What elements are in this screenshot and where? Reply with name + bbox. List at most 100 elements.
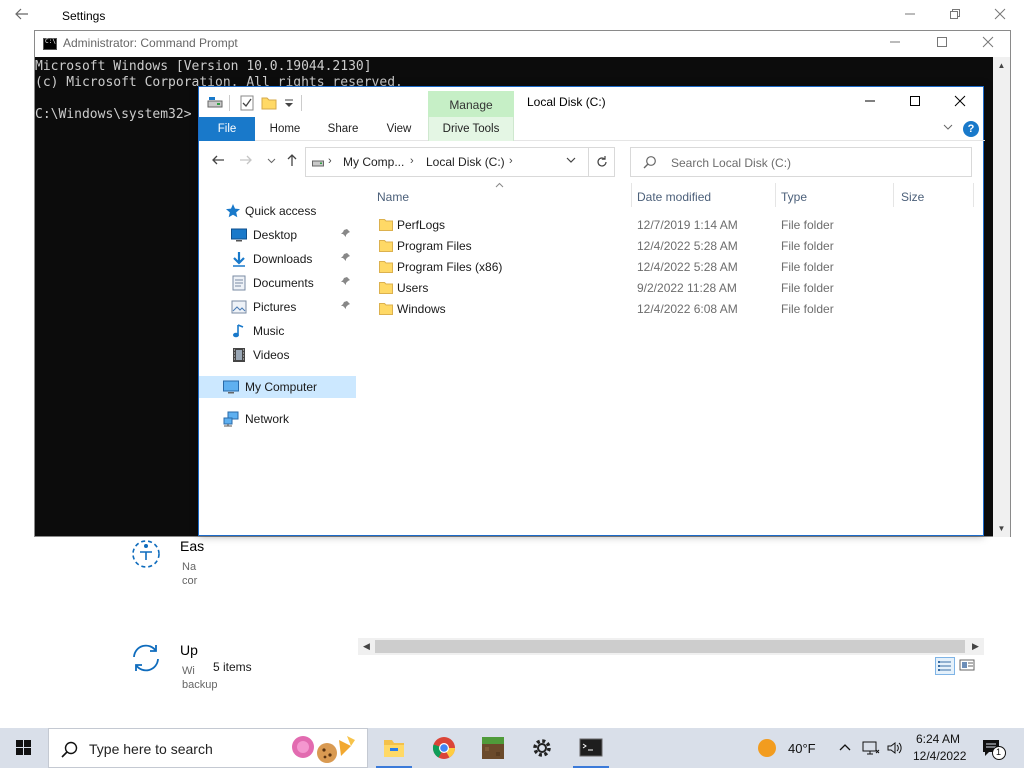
search-input[interactable]: Search Local Disk (C:) [630, 147, 972, 177]
sidebar-item-desktop[interactable]: Desktop [199, 224, 356, 246]
breadcrumb-separator-icon[interactable]: › [509, 155, 513, 167]
settings-item-ease[interactable]: Eas Na cor [128, 536, 218, 596]
cmd-maximize-button[interactable] [932, 34, 952, 54]
details-view-icon[interactable] [935, 657, 955, 675]
explorer-close-button[interactable] [945, 91, 975, 113]
settings-item-desc: cor [182, 575, 198, 587]
file-name: Windows [397, 302, 446, 316]
recent-locations-chevron-icon[interactable] [262, 153, 280, 171]
breadcrumb-local-disk[interactable]: Local Disk (C:) [426, 155, 505, 169]
column-type[interactable]: Type [781, 190, 807, 204]
column-divider[interactable] [631, 183, 632, 207]
explorer-minimize-button[interactable] [855, 91, 885, 113]
address-dropdown-chevron-icon[interactable] [566, 155, 576, 168]
network-status-icon[interactable] [862, 739, 880, 757]
sidebar-item-videos[interactable]: Videos [199, 344, 356, 366]
tab-drive-tools[interactable]: Drive Tools [428, 117, 514, 141]
file-row[interactable]: Users 9/2/2022 11:28 AM File folder [371, 278, 971, 299]
settings-item-desc: backup [182, 679, 218, 691]
taskbar-settings[interactable] [518, 728, 566, 768]
cmd-close-button[interactable] [978, 34, 998, 54]
sidebar-item-documents[interactable]: Documents [199, 272, 356, 294]
pin-icon [341, 300, 351, 313]
cmd-titlebar[interactable]: Administrator: Command Prompt [35, 31, 1010, 57]
sidebar-item-label: Desktop [253, 228, 298, 242]
taskbar-command-prompt[interactable] [567, 728, 615, 768]
explorer-horizontal-scrollbar[interactable]: ◀ ▶ [358, 638, 984, 655]
refresh-icon[interactable] [589, 147, 615, 177]
settings-restore-button[interactable] [945, 6, 965, 26]
sidebar-item-downloads[interactable]: Downloads [199, 248, 356, 270]
tab-home[interactable]: Home [259, 117, 311, 141]
sidebar-item-music[interactable]: Music [199, 320, 356, 342]
column-divider[interactable] [893, 183, 894, 207]
column-size[interactable]: Size [901, 190, 924, 204]
file-row[interactable]: Windows 12/4/2022 6:08 AM File folder [371, 299, 971, 320]
taskbar-file-explorer[interactable] [370, 728, 418, 768]
breadcrumb-separator-icon[interactable]: › [328, 155, 332, 167]
clock-time[interactable]: 6:24 AM [916, 732, 960, 746]
back-arrow-icon[interactable] [14, 6, 34, 26]
large-icons-view-icon[interactable] [958, 657, 978, 675]
cmd-vertical-scrollbar[interactable]: ▲ ▼ [993, 57, 1010, 537]
column-divider[interactable] [973, 183, 974, 207]
scroll-left-arrow-icon[interactable]: ◀ [358, 638, 375, 655]
file-row[interactable]: PerfLogs 12/7/2019 1:14 AM File folder [371, 215, 971, 236]
file-explorer-window[interactable]: Manage Local Disk (C:) File Home Share V… [198, 86, 985, 536]
weather-temperature[interactable]: 40°F [788, 741, 816, 756]
taskbar-search-box[interactable]: Type here to search [48, 728, 368, 768]
weather-sun-icon[interactable] [756, 737, 778, 759]
cmd-minimize-button[interactable] [885, 34, 905, 54]
explorer-maximize-button[interactable] [900, 91, 930, 113]
settings-item-update[interactable]: Up Wi backup [128, 640, 218, 700]
column-date-modified[interactable]: Date modified [637, 190, 711, 204]
folder-icon [379, 218, 393, 231]
column-name[interactable]: Name [377, 190, 409, 204]
back-arrow-icon[interactable] [209, 153, 227, 171]
file-row[interactable]: Program Files (x86) 12/4/2022 5:28 AM Fi… [371, 257, 971, 278]
scrollbar-thumb[interactable] [375, 640, 965, 653]
start-button[interactable] [0, 728, 48, 768]
navigation-pane: Quick access Desktop Downloads Documents [199, 183, 359, 523]
new-folder-icon[interactable] [261, 95, 277, 111]
sidebar-item-quick-access[interactable]: Quick access [199, 200, 356, 222]
sidebar-item-label: Quick access [245, 204, 317, 218]
scroll-right-arrow-icon[interactable]: ▶ [967, 638, 984, 655]
settings-close-button[interactable] [990, 6, 1010, 26]
tab-share[interactable]: Share [317, 117, 369, 141]
notification-center-icon[interactable]: 1 [980, 738, 1010, 760]
ribbon-expand-chevron-icon[interactable] [943, 122, 953, 135]
tab-view[interactable]: View [375, 117, 423, 141]
scroll-down-arrow-icon[interactable]: ▼ [993, 520, 1010, 537]
breadcrumb-my-computer[interactable]: My Comp... [343, 155, 404, 169]
tab-file[interactable]: File [199, 117, 255, 141]
breadcrumb-separator-icon[interactable]: › [410, 155, 414, 167]
qat-dropdown-icon[interactable] [283, 95, 299, 111]
file-row[interactable]: Program Files 12/4/2022 5:28 AM File fol… [371, 236, 971, 257]
qat-divider [301, 95, 302, 111]
taskbar-chrome[interactable] [420, 728, 468, 768]
scroll-up-arrow-icon[interactable]: ▲ [993, 57, 1010, 74]
settings-minimize-button[interactable] [900, 6, 920, 26]
forward-arrow-icon[interactable] [237, 153, 255, 171]
sidebar-item-network[interactable]: Network [199, 408, 356, 430]
column-divider[interactable] [775, 183, 776, 207]
settings-item-title: Up [180, 642, 198, 658]
help-icon[interactable]: ? [963, 121, 979, 137]
up-arrow-icon[interactable] [283, 153, 301, 171]
address-bar[interactable]: › My Comp... › Local Disk (C:) › [305, 147, 589, 177]
sidebar-item-label: Documents [253, 276, 314, 290]
taskbar-minecraft[interactable] [469, 728, 517, 768]
show-hidden-icons-chevron-icon[interactable] [838, 740, 852, 754]
volume-speaker-icon[interactable] [886, 739, 904, 757]
properties-check-icon[interactable] [239, 95, 255, 111]
tab-manage[interactable]: Manage [428, 91, 514, 117]
clock-date[interactable]: 12/4/2022 [913, 749, 966, 763]
taskbar-search-placeholder: Type here to search [89, 741, 213, 757]
explorer-title: Local Disk (C:) [527, 95, 606, 109]
sidebar-item-my-computer[interactable]: My Computer [199, 376, 356, 398]
file-type: File folder [781, 239, 834, 253]
sidebar-item-pictures[interactable]: Pictures [199, 296, 356, 318]
address-row: › My Comp... › Local Disk (C:) › Search … [199, 145, 985, 179]
network-icon [223, 411, 239, 427]
